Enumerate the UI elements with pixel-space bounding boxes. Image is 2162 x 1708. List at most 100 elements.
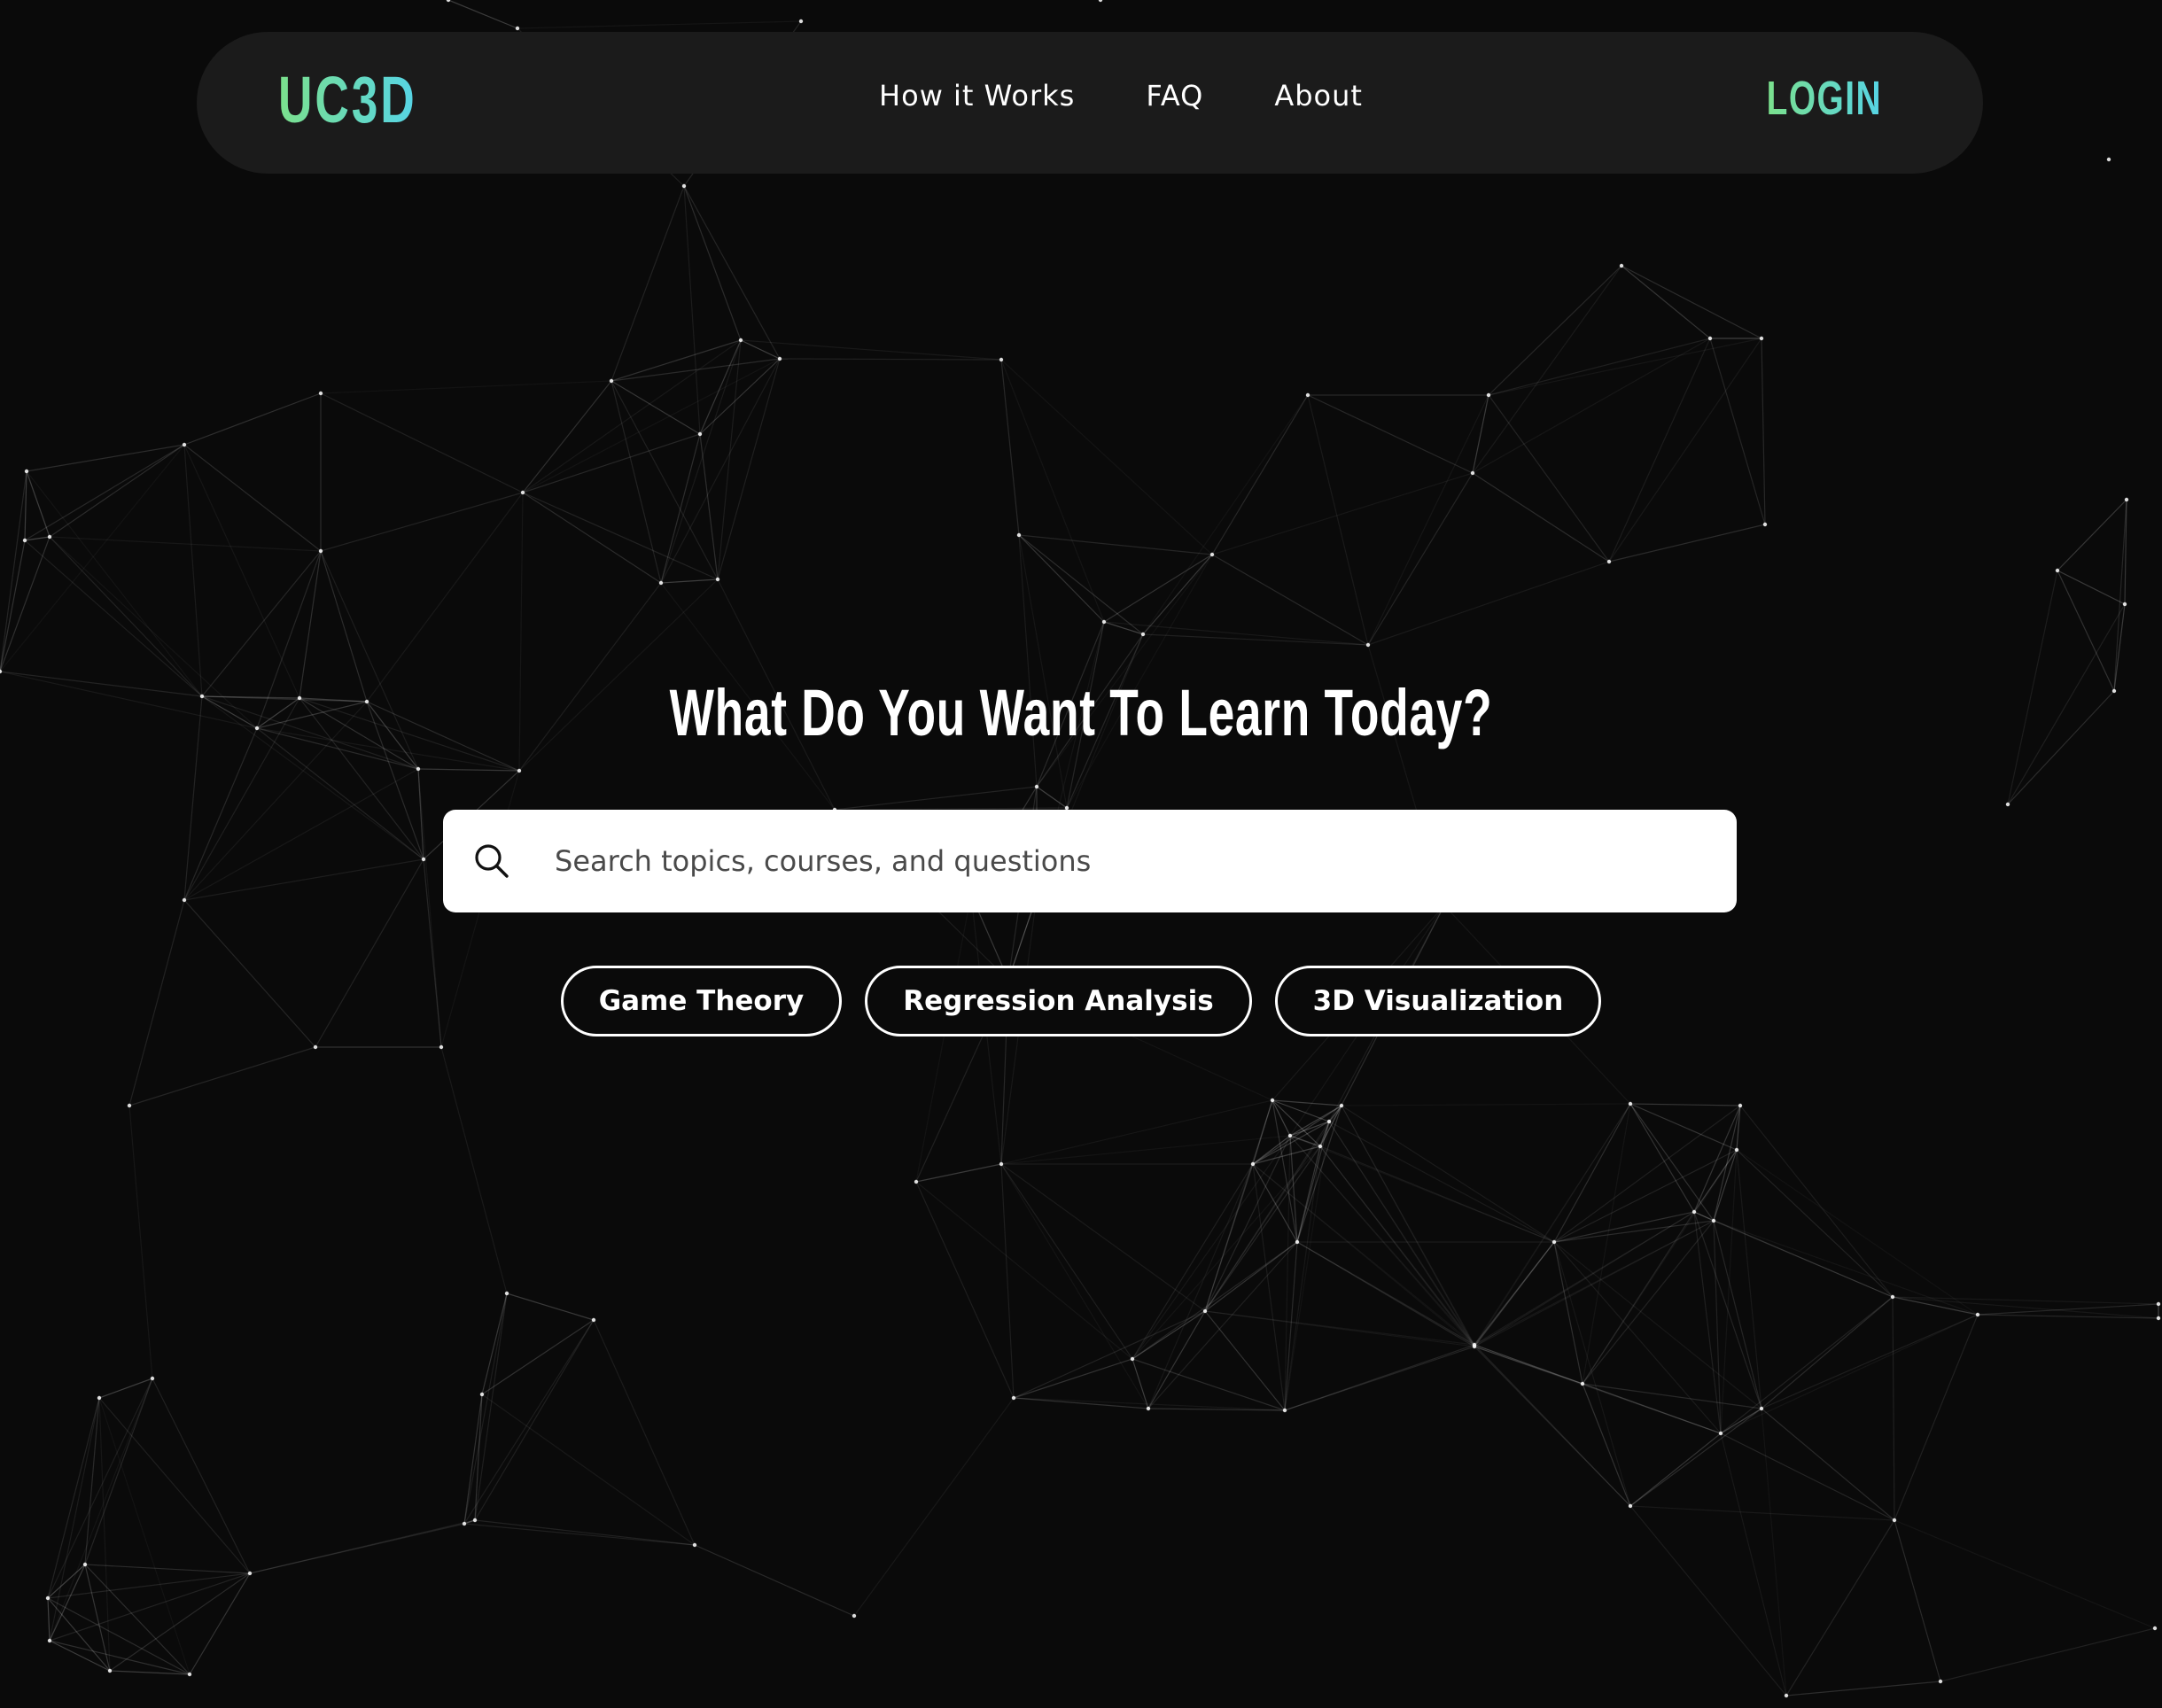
network-link	[1132, 1145, 1321, 1360]
chip-game-theory[interactable]: Game Theory	[560, 966, 843, 1036]
network-link	[49, 1640, 111, 1672]
network-link	[1761, 1408, 1787, 1696]
network-link	[915, 894, 972, 1183]
network-link	[834, 786, 1038, 811]
network-node	[999, 357, 1004, 362]
network-node	[1707, 336, 1713, 341]
nav-link-how-it-works[interactable]: How it Works	[879, 82, 1075, 110]
network-node	[1250, 1161, 1256, 1167]
network-link	[1472, 472, 1610, 563]
network-node	[1734, 1147, 1739, 1153]
network-node	[1365, 642, 1371, 648]
network-link	[1142, 394, 1309, 635]
network-link	[440, 1046, 508, 1294]
network-node	[479, 1392, 485, 1397]
network-link	[660, 578, 719, 584]
network-link	[1018, 534, 1213, 555]
network-link	[2057, 499, 2127, 571]
network-link	[1474, 1103, 1631, 1346]
network-link	[1204, 1310, 1286, 1411]
network-node	[107, 1668, 113, 1673]
network-link	[1736, 1149, 1894, 1298]
network-node	[1718, 1431, 1723, 1436]
network-link	[98, 1397, 251, 1574]
network-link	[1211, 472, 1474, 555]
network-link	[522, 492, 719, 580]
network-link	[1894, 1519, 2156, 1629]
network-node	[187, 1672, 192, 1677]
network-node	[2055, 568, 2060, 573]
chip-3d-visualization[interactable]: 3D Visualization	[1274, 966, 1602, 1036]
network-link	[47, 1397, 100, 1599]
network-link	[1000, 1135, 1291, 1165]
network-link	[463, 1293, 508, 1525]
network-node	[1628, 1503, 1633, 1509]
network-link	[1761, 1408, 1895, 1521]
network-link	[1629, 1432, 1722, 1507]
network-link	[660, 433, 701, 584]
network-link	[1211, 554, 1369, 646]
network-link	[47, 1564, 86, 1599]
network-link	[1018, 534, 1144, 635]
login-button[interactable]: LOGIN	[1767, 74, 1882, 122]
network-link	[1000, 1163, 1149, 1409]
chip-regression-analysis[interactable]: Regression Analysis	[865, 966, 1252, 1036]
network-node	[798, 19, 804, 24]
network-link	[1132, 1358, 1149, 1409]
network-link	[699, 358, 781, 435]
network-link	[1000, 359, 1213, 555]
network-node	[1287, 1133, 1293, 1138]
network-link	[610, 380, 719, 580]
network-link	[320, 380, 612, 394]
nav-link-faq[interactable]: FAQ	[1146, 82, 1203, 110]
network-node	[777, 356, 782, 361]
network-link	[1629, 1505, 1895, 1521]
nav-link-about[interactable]: About	[1274, 82, 1363, 110]
network-link	[1720, 1408, 1762, 1434]
search-icon[interactable]	[473, 842, 510, 880]
network-link	[1553, 1241, 1722, 1434]
network-node	[2106, 157, 2111, 162]
network-link	[1132, 1135, 1291, 1360]
network-node	[439, 1044, 444, 1050]
network-node	[1318, 1144, 1323, 1149]
network-link	[1132, 1163, 1254, 1360]
network-link	[593, 1319, 696, 1546]
network-link	[183, 444, 300, 699]
network-link	[1488, 265, 1622, 396]
network-link	[1341, 1105, 1475, 1346]
network-link	[49, 1572, 251, 1642]
network-node	[47, 534, 52, 540]
network-node	[999, 1161, 1004, 1167]
network-link	[1488, 394, 1610, 563]
network-node	[1938, 1679, 1943, 1684]
network-link	[320, 492, 524, 552]
network-node	[591, 1317, 596, 1323]
network-node	[2005, 802, 2010, 807]
network-link	[1000, 1099, 1273, 1165]
network-link	[463, 1523, 696, 1546]
top-navigation-bar: UC3D How it Works FAQ About LOGIN	[197, 32, 1983, 174]
network-node	[504, 1291, 509, 1296]
network-node	[182, 897, 187, 903]
network-link	[1296, 1241, 1475, 1346]
network-link	[183, 444, 203, 697]
network-link	[1328, 1121, 1475, 1346]
network-link	[1736, 1149, 1979, 1316]
network-node	[515, 26, 520, 31]
network-link	[26, 470, 203, 697]
network-node	[1691, 1209, 1697, 1215]
network-link	[366, 492, 524, 703]
network-link	[1761, 1296, 1894, 1409]
network-link	[84, 1378, 153, 1565]
search-input[interactable]	[553, 843, 1673, 879]
network-link	[152, 1378, 251, 1574]
network-node	[2152, 1626, 2158, 1631]
search-bar[interactable]	[443, 810, 1737, 912]
network-link	[320, 550, 368, 703]
network-node	[692, 1542, 697, 1548]
network-link	[1709, 338, 1766, 525]
network-link	[1013, 1358, 1133, 1399]
network-link	[1272, 1099, 1342, 1106]
network-link	[1761, 338, 1766, 525]
